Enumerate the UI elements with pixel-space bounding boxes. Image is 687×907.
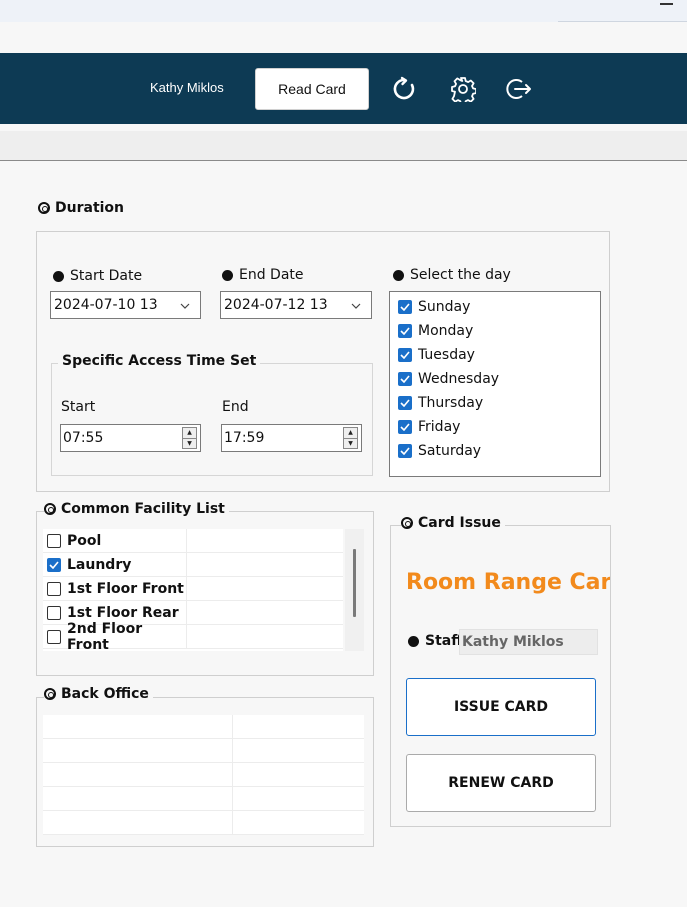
checkbox-checked-icon[interactable] bbox=[47, 557, 61, 572]
start-time-label: Start bbox=[61, 399, 96, 415]
minimize-icon[interactable] bbox=[660, 3, 673, 5]
checkbox-unchecked-icon[interactable] bbox=[47, 605, 61, 620]
start-time-input[interactable]: 07:55 ▲ ▼ bbox=[60, 424, 201, 452]
chevron-down-icon bbox=[351, 299, 361, 312]
day-list: Sunday Monday Tuesday Wednesday Thursday… bbox=[389, 291, 601, 477]
facility-list: Pool Laundry 1st Floor Front 1st Floor R… bbox=[43, 529, 343, 653]
table-row bbox=[43, 811, 364, 835]
table-row bbox=[43, 763, 364, 787]
facility-row: Pool bbox=[43, 529, 343, 553]
back-office-title: Back Office bbox=[44, 686, 153, 702]
table-row bbox=[43, 739, 364, 763]
facility-title: Common Facility List bbox=[44, 501, 229, 517]
facility-item-2nd-floor-front[interactable]: 2nd Floor Front bbox=[43, 621, 187, 653]
current-user-name: Kathy Miklos bbox=[150, 80, 224, 95]
day-item-wednesday[interactable]: Wednesday bbox=[390, 367, 600, 391]
day-item-tuesday[interactable]: Tuesday bbox=[390, 343, 600, 367]
bullet-icon bbox=[393, 269, 404, 281]
access-time-title: Specific Access Time Set bbox=[58, 353, 261, 369]
access-time-group bbox=[51, 363, 373, 476]
facility-item-laundry[interactable]: Laundry bbox=[43, 553, 187, 576]
bullet-icon bbox=[222, 269, 233, 281]
window-titlebar bbox=[0, 0, 687, 22]
checkbox-checked-icon[interactable] bbox=[398, 348, 412, 362]
day-item-monday[interactable]: Monday bbox=[390, 319, 600, 343]
checkbox-checked-icon[interactable] bbox=[398, 372, 412, 386]
scrollbar-thumb[interactable] bbox=[353, 549, 356, 617]
facility-item-1st-floor-front[interactable]: 1st Floor Front bbox=[43, 577, 187, 600]
target-icon bbox=[401, 517, 413, 529]
checkbox-unchecked-icon[interactable] bbox=[47, 629, 61, 644]
start-date-picker[interactable]: 2024-07-10 13 bbox=[50, 291, 201, 319]
end-time-label: End bbox=[222, 399, 249, 415]
bullet-icon bbox=[53, 270, 64, 282]
day-item-thursday[interactable]: Thursday bbox=[390, 391, 600, 415]
facility-row: Laundry bbox=[43, 553, 343, 577]
checkbox-checked-icon[interactable] bbox=[398, 324, 412, 338]
checkbox-unchecked-icon[interactable] bbox=[47, 533, 61, 548]
duration-title: Duration bbox=[38, 200, 129, 216]
refresh-icon[interactable] bbox=[389, 74, 419, 104]
back-office-grid bbox=[43, 715, 364, 835]
staff-label: Staff bbox=[408, 633, 463, 649]
issue-card-button[interactable]: ISSUE CARD bbox=[406, 678, 596, 736]
table-row bbox=[43, 787, 364, 811]
checkbox-checked-icon[interactable] bbox=[398, 396, 412, 410]
day-item-friday[interactable]: Friday bbox=[390, 415, 600, 439]
end-time-input[interactable]: 17:59 ▲ ▼ bbox=[221, 424, 362, 452]
checkbox-unchecked-icon[interactable] bbox=[47, 581, 61, 596]
facility-scrollbar[interactable] bbox=[345, 529, 364, 651]
sub-toolbar bbox=[0, 131, 687, 161]
target-icon bbox=[44, 688, 56, 700]
start-time-stepper[interactable]: ▲ ▼ bbox=[182, 427, 197, 449]
facility-item-pool[interactable]: Pool bbox=[43, 529, 187, 552]
card-issue-title: Card Issue bbox=[401, 515, 505, 531]
room-range-heading: Room Range Card bbox=[406, 570, 610, 595]
table-row bbox=[43, 715, 364, 739]
staff-field: Kathy Miklos bbox=[459, 629, 598, 655]
logout-icon[interactable] bbox=[504, 74, 534, 104]
checkbox-checked-icon[interactable] bbox=[398, 420, 412, 434]
facility-row: 2nd Floor Front bbox=[43, 621, 343, 653]
read-card-button[interactable]: Read Card bbox=[255, 68, 369, 110]
end-date-picker[interactable]: 2024-07-12 13 bbox=[220, 291, 372, 319]
target-icon bbox=[38, 202, 50, 214]
day-item-sunday[interactable]: Sunday bbox=[390, 295, 600, 319]
checkbox-checked-icon[interactable] bbox=[398, 300, 412, 314]
end-time-stepper[interactable]: ▲ ▼ bbox=[343, 427, 358, 449]
chevron-down-icon bbox=[180, 299, 190, 312]
renew-card-button[interactable]: RENEW CARD bbox=[406, 754, 596, 812]
gear-icon[interactable] bbox=[448, 74, 478, 104]
checkbox-checked-icon[interactable] bbox=[398, 444, 412, 458]
select-day-label: Select the day bbox=[393, 267, 511, 283]
facility-row: 1st Floor Front bbox=[43, 577, 343, 601]
start-date-label: Start Date bbox=[53, 268, 142, 284]
titlebar-divider bbox=[558, 21, 687, 22]
day-item-saturday[interactable]: Saturday bbox=[390, 439, 600, 463]
bullet-icon bbox=[408, 635, 419, 647]
end-date-label: End Date bbox=[222, 267, 304, 283]
target-icon bbox=[44, 503, 56, 515]
